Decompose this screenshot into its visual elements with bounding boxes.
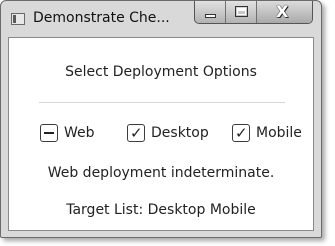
caption-buttons: X	[194, 1, 313, 24]
indeterminate-checkbox-icon[interactable]	[40, 124, 58, 142]
maximize-button[interactable]	[226, 1, 257, 23]
minimize-button[interactable]	[195, 1, 226, 23]
checkmark-icon: ✓	[235, 124, 248, 142]
web-checkbox[interactable]: Web	[40, 123, 95, 143]
app-window: Demonstrate Che... X Select Deployment O…	[0, 0, 322, 238]
close-icon: X	[276, 2, 289, 21]
minimize-icon	[205, 14, 216, 18]
mobile-checkbox-label[interactable]: Mobile	[256, 125, 302, 141]
separator	[39, 102, 285, 103]
maximize-icon	[235, 6, 248, 17]
target-list-text: Target List: Desktop Mobile	[66, 202, 256, 218]
desktop-checkbox-label[interactable]: Desktop	[151, 125, 209, 141]
deployment-options: Web ✓ Desktop ✓ Mobile	[9, 123, 313, 143]
client-area: Select Deployment Options Web ✓ Desktop …	[8, 37, 314, 231]
web-checkbox-label[interactable]: Web	[64, 125, 95, 141]
app-icon[interactable]	[11, 13, 25, 25]
checked-checkbox-icon[interactable]: ✓	[127, 124, 145, 142]
title-bar[interactable]: Demonstrate Che... X	[1, 1, 321, 37]
window-title: Demonstrate Che...	[33, 10, 170, 26]
status-text: Web deployment indeterminate.	[47, 165, 275, 181]
checkmark-icon: ✓	[130, 124, 143, 142]
mobile-checkbox[interactable]: ✓ Mobile	[232, 123, 302, 143]
checked-checkbox-icon[interactable]: ✓	[232, 124, 250, 142]
close-button[interactable]: X	[257, 1, 312, 23]
page-title: Select Deployment Options	[65, 64, 257, 80]
desktop-checkbox[interactable]: ✓ Desktop	[127, 123, 209, 143]
